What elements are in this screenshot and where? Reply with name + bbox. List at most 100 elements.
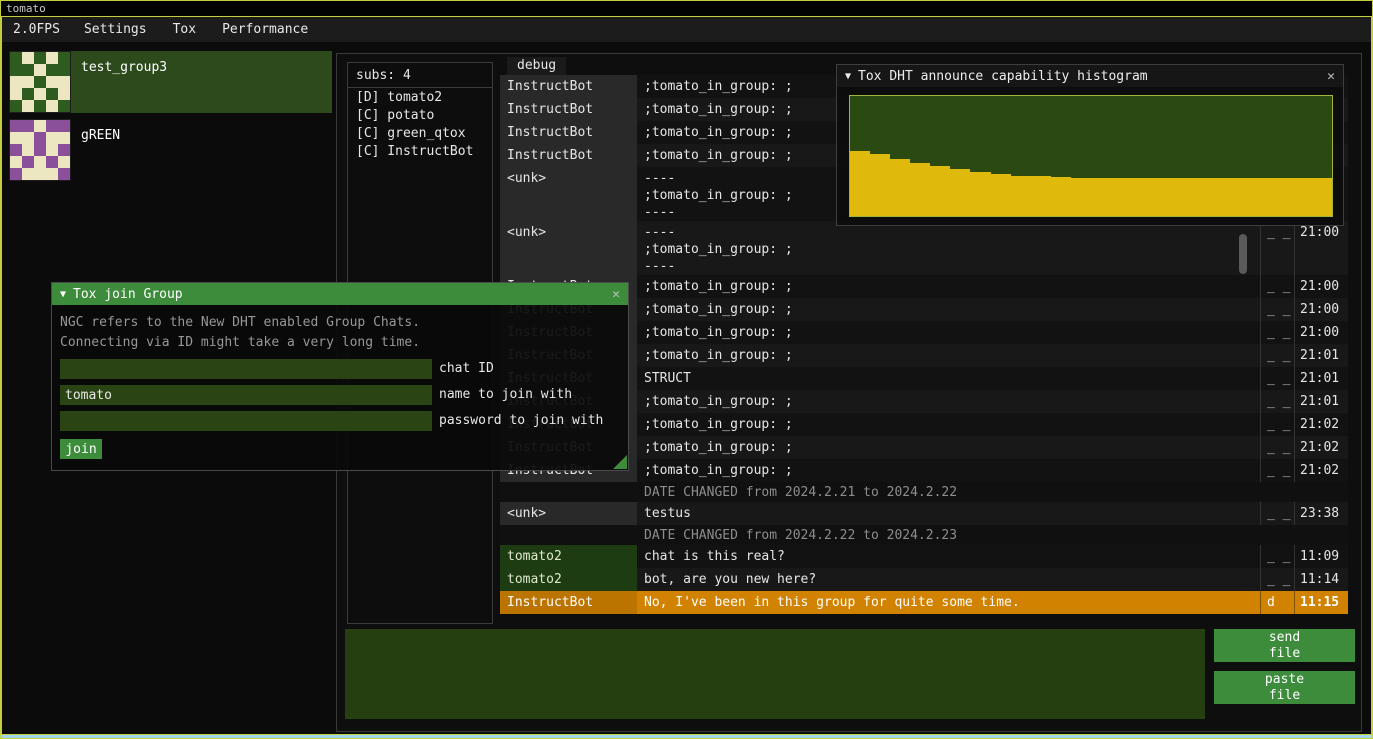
join-group-titlebar: ▼ Tox join Group ✕ (52, 283, 628, 305)
histogram-bar (1031, 176, 1051, 216)
message-time: 21:00 (1294, 298, 1348, 321)
group-name: gREEN (71, 119, 120, 181)
paste-file-button[interactable]: paste file (1214, 671, 1355, 704)
histogram-bar (910, 163, 930, 216)
join-field-row: password to join with (60, 411, 620, 431)
member-InstructBot[interactable]: [C] InstructBot (348, 142, 492, 160)
histogram-bar (970, 172, 990, 216)
message-time: 21:02 (1294, 436, 1348, 459)
message-flags: _ _ (1260, 436, 1294, 459)
message-input[interactable] (345, 629, 1205, 719)
menu-item-tox[interactable]: Tox (160, 17, 209, 42)
message-time: 21:00 (1294, 275, 1348, 298)
histogram-bar (1151, 178, 1171, 216)
histogram-bar (1231, 178, 1251, 216)
message-time: 21:02 (1294, 459, 1348, 482)
message-author: InstructBot (500, 98, 637, 121)
close-icon[interactable]: ✕ (612, 287, 620, 302)
message-author: InstructBot (500, 75, 637, 98)
histogram-bar (850, 151, 870, 216)
message-time: 21:01 (1294, 390, 1348, 413)
member-tomato2[interactable]: [D] tomato2 (348, 88, 492, 106)
menu-item-settings[interactable]: Settings (71, 17, 160, 42)
window-title: tomato (6, 2, 46, 15)
message-flags: _ _ (1260, 367, 1294, 390)
message-text: chat is this real? (637, 545, 1260, 568)
histogram-bar (1292, 178, 1312, 216)
message-flags: _ _ (1260, 390, 1294, 413)
message-text: ;tomato_in_group: ; (637, 344, 1260, 367)
join-button[interactable]: join (60, 439, 102, 459)
histogram-bar (950, 169, 970, 216)
message-author: tomato2 (500, 568, 637, 591)
menu-item-performance[interactable]: Performance (209, 17, 321, 42)
message-flags: _ _ (1260, 275, 1294, 298)
message-text: testus (637, 502, 1260, 525)
message-author: InstructBot (500, 121, 637, 144)
dht-histogram-window: ▼ Tox DHT announce capability histogram … (836, 64, 1344, 226)
collapse-arrow-icon[interactable]: ▼ (845, 71, 851, 82)
join-field-row: name to join with (60, 385, 620, 405)
join-info-line: NGC refers to the New DHT enabled Group … (52, 305, 628, 333)
histogram-bar (930, 166, 950, 216)
message-flags: _ _ (1260, 545, 1294, 568)
message-flags: _ _ (1260, 568, 1294, 591)
message-flags: d (1260, 591, 1294, 614)
chat-message-row[interactable]: tomato2bot, are you new here?_ _11:14 (500, 568, 1348, 591)
dht-histogram-titlebar: ▼ Tox DHT announce capability histogram … (837, 65, 1343, 87)
message-flags: _ _ (1260, 502, 1294, 525)
message-time: 11:14 (1294, 568, 1348, 591)
histogram-bar (1211, 178, 1231, 216)
message-text: ;tomato_in_group: ; (637, 436, 1260, 459)
date-changed-separator: DATE CHANGED from 2024.2.21 to 2024.2.22 (500, 482, 1348, 502)
message-author: tomato2 (500, 545, 637, 568)
histogram-bar (1111, 178, 1131, 216)
chat-message-row[interactable]: tomato2chat is this real?_ _11:09 (500, 545, 1348, 568)
message-flags: _ _ (1260, 321, 1294, 344)
join-field-label: name to join with (432, 385, 572, 405)
histogram-bar (1191, 178, 1211, 216)
message-text: No, I've been in this group for quite so… (637, 591, 1260, 614)
member-potato[interactable]: [C] potato (348, 106, 492, 124)
chat-message-row[interactable]: <unk>testus_ _23:38 (500, 502, 1348, 525)
menu-bar-items: SettingsToxPerformance (71, 17, 321, 42)
send-file-button[interactable]: send file (1214, 629, 1355, 662)
message-author: InstructBot (500, 144, 637, 167)
name-to-join-with-input[interactable] (60, 385, 432, 405)
histogram-bar (890, 159, 910, 216)
menu-bar: 2.0FPS SettingsToxPerformance (2, 17, 1371, 42)
collapse-arrow-icon[interactable]: ▼ (60, 289, 66, 300)
tab-debug[interactable]: debug (507, 57, 566, 75)
message-flags: _ _ (1260, 459, 1294, 482)
join-field-label: chat ID (432, 359, 494, 379)
chat-message-row[interactable]: <unk>----;tomato_in_group: ;----_ _21:00 (500, 221, 1348, 275)
message-text: ;tomato_in_group: ; (637, 298, 1260, 321)
window-titlebar: tomato (1, 1, 1372, 17)
close-icon[interactable]: ✕ (1327, 69, 1335, 84)
message-time: 23:38 (1294, 502, 1348, 525)
group-item-test_group3[interactable]: test_group3 (9, 51, 332, 113)
chat-id-input[interactable] (60, 359, 432, 379)
message-time: 21:00 (1294, 221, 1348, 275)
resize-grip-icon[interactable] (613, 455, 627, 469)
group-item-gREEN[interactable]: gREEN (9, 119, 332, 181)
message-author: <unk> (500, 221, 637, 275)
password-to-join-with-input[interactable] (60, 411, 432, 431)
chat-message-row[interactable]: InstructBotNo, I've been in this group f… (500, 591, 1348, 614)
histogram-bar (1011, 176, 1031, 216)
group-avatar (9, 119, 71, 181)
histogram-bar (870, 154, 890, 216)
member-green_qtox[interactable]: [C] green_qtox (348, 124, 492, 142)
message-text: ;tomato_in_group: ; (637, 459, 1260, 482)
dht-histogram-title: Tox DHT announce capability histogram (858, 69, 1148, 84)
chat-scrollbar[interactable] (1239, 234, 1247, 274)
message-time: 21:01 (1294, 344, 1348, 367)
message-time: 11:09 (1294, 545, 1348, 568)
message-time: 21:01 (1294, 367, 1348, 390)
group-name: test_group3 (71, 51, 167, 113)
window-frame-bottom (1, 735, 1372, 738)
join-field-row: chat ID (60, 359, 620, 379)
fps-counter: 2.0FPS (2, 17, 71, 42)
message-flags: _ _ (1260, 298, 1294, 321)
message-author: <unk> (500, 502, 637, 525)
